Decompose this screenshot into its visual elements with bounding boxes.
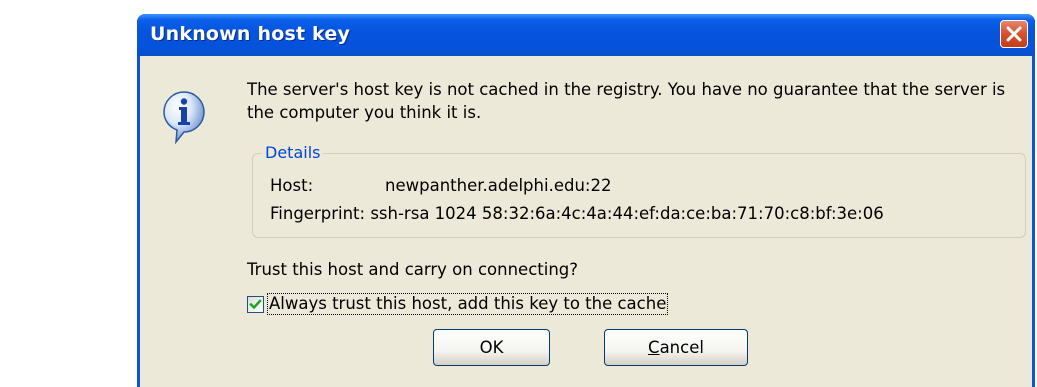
cancel-button[interactable]: Cancel [604, 329, 748, 366]
dialog-body: The server's host key is not cached in t… [140, 56, 1032, 387]
dialog-title: Unknown host key [150, 23, 351, 45]
host-value: newpanther.adelphi.edu:22 [385, 176, 612, 195]
close-icon [1006, 26, 1022, 42]
fingerprint-value: ssh-rsa 1024 58:32:6a:4c:4a:44:ef:da:ce:… [370, 204, 884, 223]
fingerprint-row: Fingerprint: ssh-rsa 1024 58:32:6a:4c:4a… [270, 204, 884, 223]
details-group: Details Host: newpanther.adelphi.edu:22 F… [252, 144, 1026, 238]
always-trust-label[interactable]: Always trust this host, add this key to … [267, 293, 669, 315]
title-bar[interactable]: Unknown host key [137, 14, 1035, 56]
cancel-mnemonic: C [648, 338, 660, 357]
warning-message: The server's host key is not cached in t… [247, 80, 1006, 122]
fingerprint-label: Fingerprint: [270, 204, 366, 223]
details-legend: Details [262, 144, 324, 162]
always-trust-checkbox[interactable] [247, 295, 264, 313]
host-row: Host: newpanther.adelphi.edu:22 [270, 176, 611, 195]
cancel-label-rest: ancel [659, 338, 704, 357]
close-button[interactable] [1000, 20, 1028, 48]
always-trust-option[interactable]: Always trust this host, add this key to … [247, 293, 669, 315]
host-label: Host: [270, 176, 314, 195]
ok-button[interactable]: OK [433, 329, 550, 366]
trust-question: Trust this host and carry on connecting? [247, 260, 579, 279]
unknown-host-key-dialog: Unknown host key The server's host key i… [137, 14, 1035, 387]
info-icon [163, 91, 205, 144]
check-icon [249, 298, 262, 309]
